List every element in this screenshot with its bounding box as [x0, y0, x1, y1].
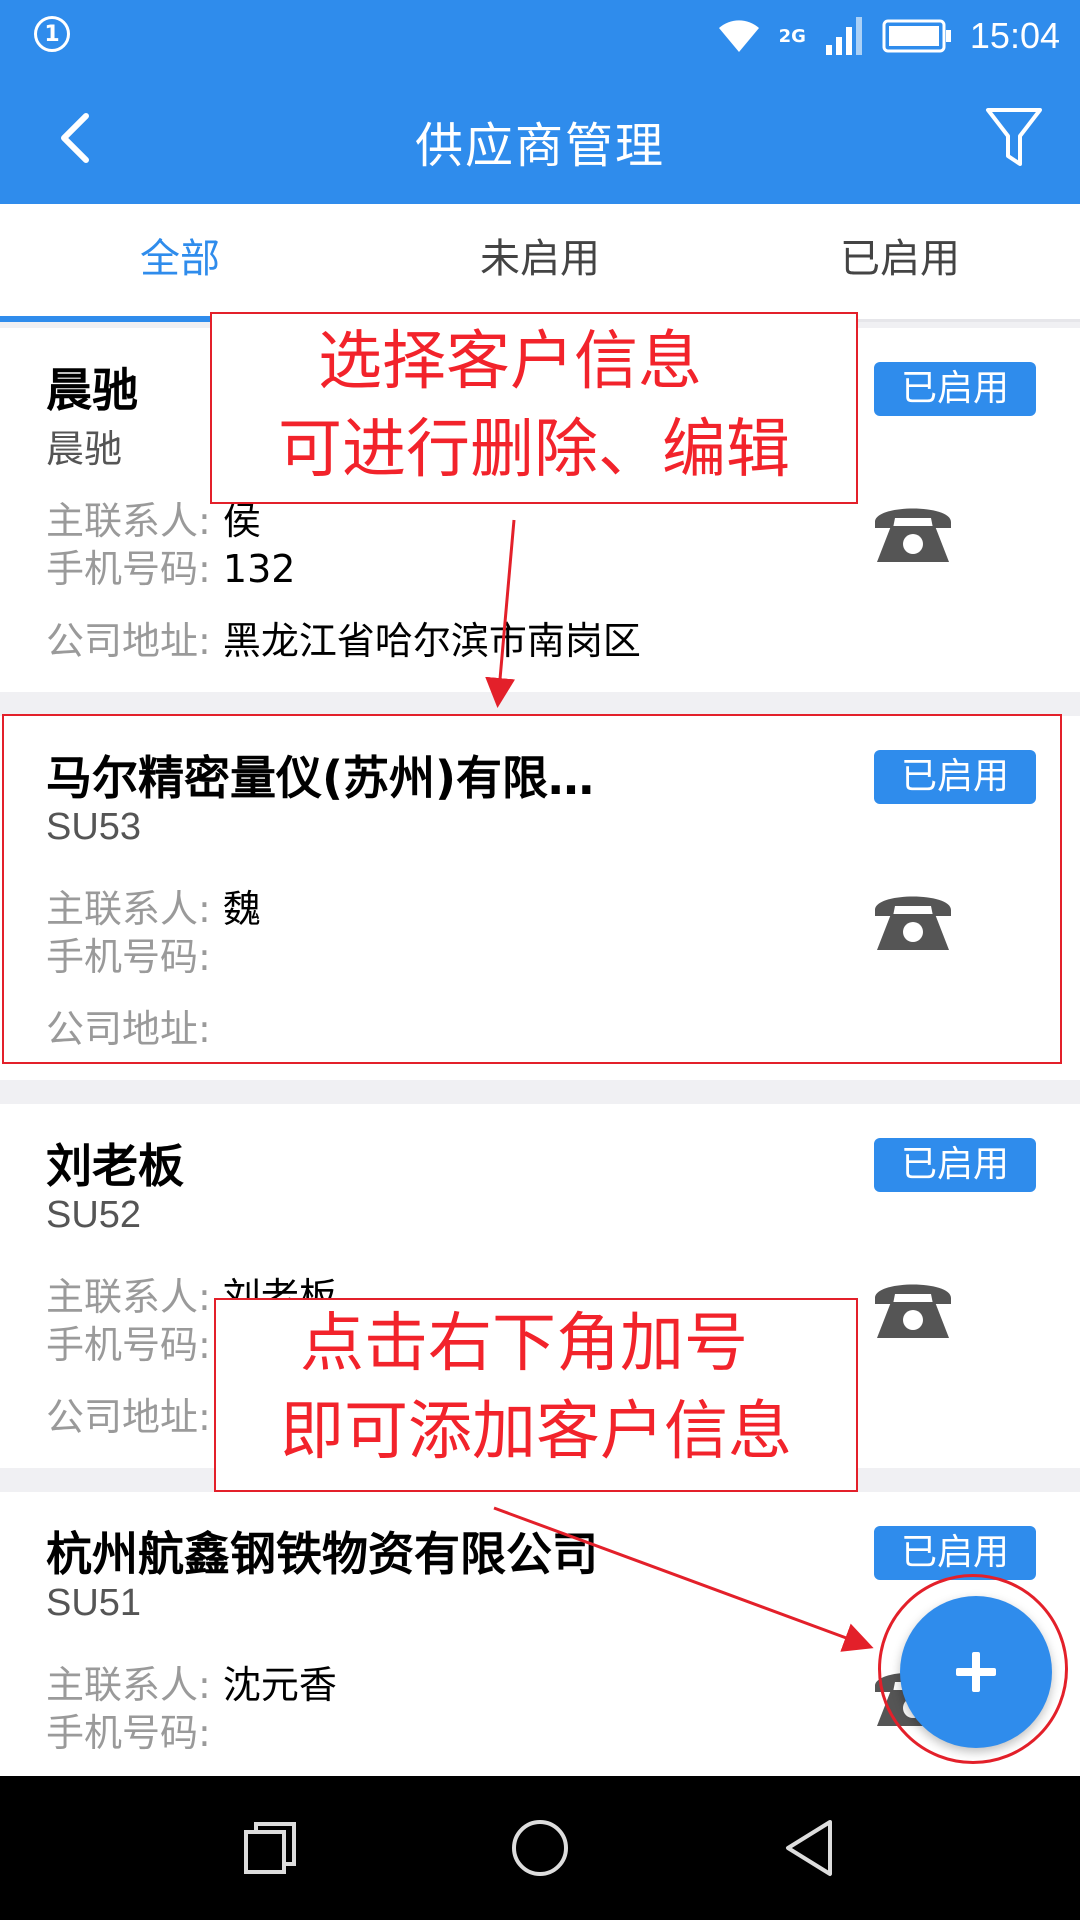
address-row: 公司地址: 黑龙江省哈尔滨市南岗区 [46, 610, 641, 665]
tab-all[interactable]: 全部 [0, 204, 360, 322]
wifi-icon [718, 20, 759, 52]
mobile-value: 132 [222, 547, 296, 591]
status-badge: 已启用 [874, 1138, 1036, 1192]
supplier-name: 杭州航鑫钢铁物资有限公司 [46, 1527, 598, 1581]
supplier-name: 晨驰 [46, 363, 138, 417]
system-nav-bar [0, 1776, 1080, 1920]
app-bar: 供应商管理 [0, 72, 1080, 204]
contact-label: 主联系人: [46, 1275, 211, 1319]
battery-icon [882, 19, 951, 53]
phone-icon[interactable] [871, 1272, 955, 1344]
mobile-row: 手机号码: 132 [46, 538, 295, 593]
tab-enabled[interactable]: 已启用 [720, 204, 1080, 322]
annotation-add-line2: 即可添加客户信息 [280, 1395, 792, 1469]
notification-count: 1 [44, 21, 60, 47]
address-value: 黑龙江省哈尔滨市南岗区 [222, 619, 641, 663]
supplier-code: SU51 [46, 1582, 142, 1624]
mobile-label: 手机号码: [46, 1711, 211, 1755]
annotation-select-line2: 可进行删除、编辑 [278, 413, 790, 487]
status-bar: 1 2G 15:04 [0, 0, 1080, 72]
tab-bar: 全部 未启用 已启用 [0, 204, 1080, 322]
signal-icon [825, 17, 862, 55]
recent-apps-button[interactable] [226, 1804, 314, 1892]
supplier-code: 晨驰 [46, 429, 123, 471]
contact-label: 主联系人: [46, 1663, 211, 1707]
recent-apps-icon [244, 1822, 296, 1874]
filter-icon [986, 108, 1042, 166]
address-label: 公司地址: [46, 1395, 211, 1439]
status-badge: 已启用 [874, 1526, 1036, 1580]
mobile-label: 手机号码: [46, 547, 211, 591]
mobile-row: 手机号码: [46, 1314, 211, 1369]
address-label: 公司地址: [46, 619, 211, 663]
status-icons: 2G 15:04 [717, 8, 1060, 64]
status-badge: 已启用 [874, 362, 1036, 416]
contact-value: 侯 [222, 499, 261, 543]
supplier-name: 刘老板 [46, 1139, 184, 1193]
tab-disabled[interactable]: 未启用 [360, 204, 720, 322]
notification-count-badge: 1 [34, 16, 70, 52]
address-row: 公司地址: [46, 1386, 211, 1441]
add-supplier-button[interactable] [900, 1596, 1052, 1748]
nav-back-button[interactable] [766, 1804, 854, 1892]
status-time: 15:04 [969, 15, 1060, 56]
back-triangle-icon [786, 1820, 832, 1876]
page-title: 供应商管理 [414, 118, 665, 174]
annotation-card-highlight [2, 714, 1062, 1064]
filter-button[interactable] [978, 102, 1050, 174]
mobile-label: 手机号码: [46, 1323, 211, 1367]
contact-value: 沈元香 [222, 1663, 337, 1707]
annotation-select-line1: 选择客户信息 [318, 325, 702, 399]
plus-icon [956, 1652, 996, 1692]
contact-row: 主联系人: 沈元香 [46, 1654, 337, 1709]
network-type: 2G [778, 25, 806, 47]
contact-label: 主联系人: [46, 499, 211, 543]
annotation-add-line1: 点击右下角加号 [300, 1307, 748, 1381]
home-icon [512, 1820, 568, 1876]
home-button[interactable] [496, 1804, 584, 1892]
phone-icon[interactable] [871, 496, 955, 568]
supplier-code: SU52 [46, 1194, 142, 1236]
mobile-row: 手机号码: [46, 1702, 211, 1757]
